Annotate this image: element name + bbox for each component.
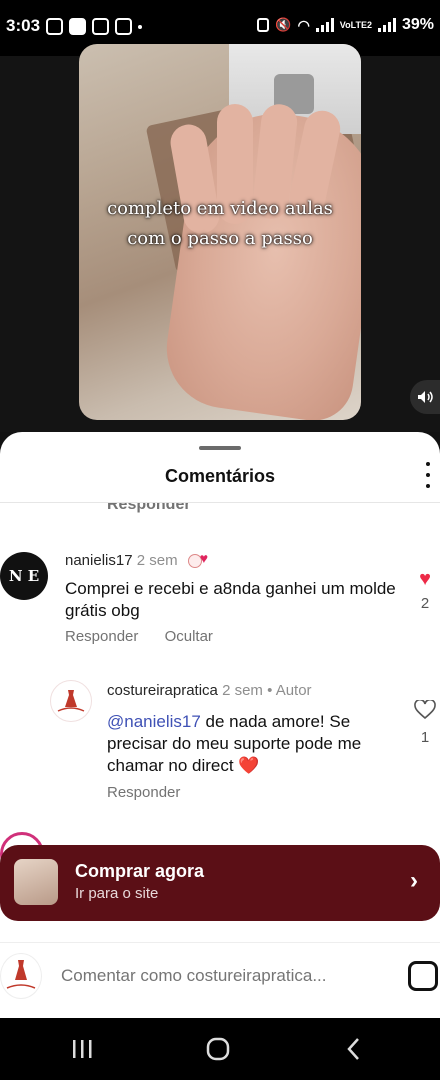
reply-button[interactable]: Responder: [65, 628, 138, 645]
alarm-icon: [257, 18, 270, 32]
hide-button[interactable]: Ocultar: [165, 628, 213, 645]
costureira-logo-icon: [57, 690, 85, 712]
username[interactable]: costureirapratica: [107, 682, 218, 699]
product-thumbnail: [14, 859, 58, 905]
check-icon: [69, 18, 86, 35]
like-count: 2: [420, 595, 430, 612]
sticker-icon[interactable]: [408, 961, 438, 991]
drag-handle[interactable]: [199, 446, 241, 450]
status-time: 3:03: [6, 16, 41, 35]
dot-separator: •: [267, 682, 273, 699]
system-nav-bar: [0, 1018, 440, 1080]
notification-icons: [46, 18, 142, 35]
network-label: VoLTE2: [339, 19, 372, 30]
caption-line: com o passo a passo: [127, 228, 313, 249]
video-caption: completo em video aulas com o passo a pa…: [79, 194, 361, 254]
heart-filled-icon[interactable]: ♥: [412, 568, 438, 591]
caption-line: completo em video aulas: [107, 198, 333, 219]
comment-time: 2 sem: [136, 552, 178, 569]
back-icon[interactable]: [340, 1036, 368, 1062]
comment-actions: Responder: [107, 784, 202, 801]
creator-liked-badge-icon: ♥: [187, 550, 214, 568]
my-avatar: [0, 953, 42, 999]
divider: [0, 502, 440, 503]
voicemail-icon: [115, 18, 132, 35]
like-count: 1: [420, 729, 430, 746]
comment-input-bar: [0, 942, 440, 1018]
comment-time: 2 sem: [222, 682, 263, 699]
video-area: completo em video aulas com o passo a pa…: [0, 44, 440, 432]
comment-actions: Responder Ocultar: [65, 628, 235, 645]
author-label: Autor: [275, 682, 312, 699]
video-player[interactable]: completo em video aulas com o passo a pa…: [79, 44, 361, 420]
costureira-logo-icon: [6, 960, 36, 989]
speaker-icon: [418, 391, 433, 403]
comments-sheet: Comentários Responder N E nanielis17 2 s…: [0, 432, 440, 1018]
status-right: 🔇 ◠ VoLTE2 39%: [257, 16, 434, 34]
sound-button[interactable]: [410, 380, 440, 414]
buy-title: Comprar agora: [75, 861, 205, 881]
buy-subtitle: Ir para o site: [75, 885, 159, 902]
more-options-icon[interactable]: [422, 462, 434, 488]
reply-button[interactable]: Responder: [107, 784, 180, 801]
home-icon[interactable]: [204, 1036, 232, 1062]
chevron-right-icon: ›: [410, 867, 418, 894]
comment-username: nanielis17 2 sem ♥: [65, 550, 214, 569]
comment-username: costureirapratica 2 sem • Autor: [107, 682, 312, 699]
username[interactable]: nanielis17: [65, 552, 133, 569]
mention-link[interactable]: @nanielis17: [107, 712, 201, 731]
wifi-icon: ◠: [297, 16, 310, 33]
comment-text: Comprei e recebi e a8nda ganhei um molde…: [65, 579, 396, 620]
comment-input[interactable]: [61, 963, 381, 989]
like-column: 1: [412, 698, 438, 746]
signal-icon: [315, 18, 334, 32]
recent-apps-icon[interactable]: [68, 1036, 96, 1062]
mute-icon: 🔇: [275, 17, 292, 32]
like-column: ♥ 2: [412, 568, 438, 612]
avatar[interactable]: N E: [0, 552, 48, 600]
comment-text: @nanielis17 de nada amore! Se precisar d…: [107, 711, 397, 777]
signal-icon-2: [377, 18, 396, 32]
author-avatar[interactable]: [50, 680, 92, 722]
more-notifications-icon: [138, 25, 142, 29]
voicemail-icon: [92, 18, 109, 35]
previous-reply-button[interactable]: Responder: [107, 502, 191, 514]
instagram-icon: [46, 18, 63, 35]
buy-now-banner[interactable]: Comprar agora Ir para o site ›: [0, 845, 440, 921]
sheet-title: Comentários: [164, 466, 276, 486]
battery-level: 39%: [401, 16, 434, 33]
heart-outline-icon[interactable]: [414, 698, 436, 720]
